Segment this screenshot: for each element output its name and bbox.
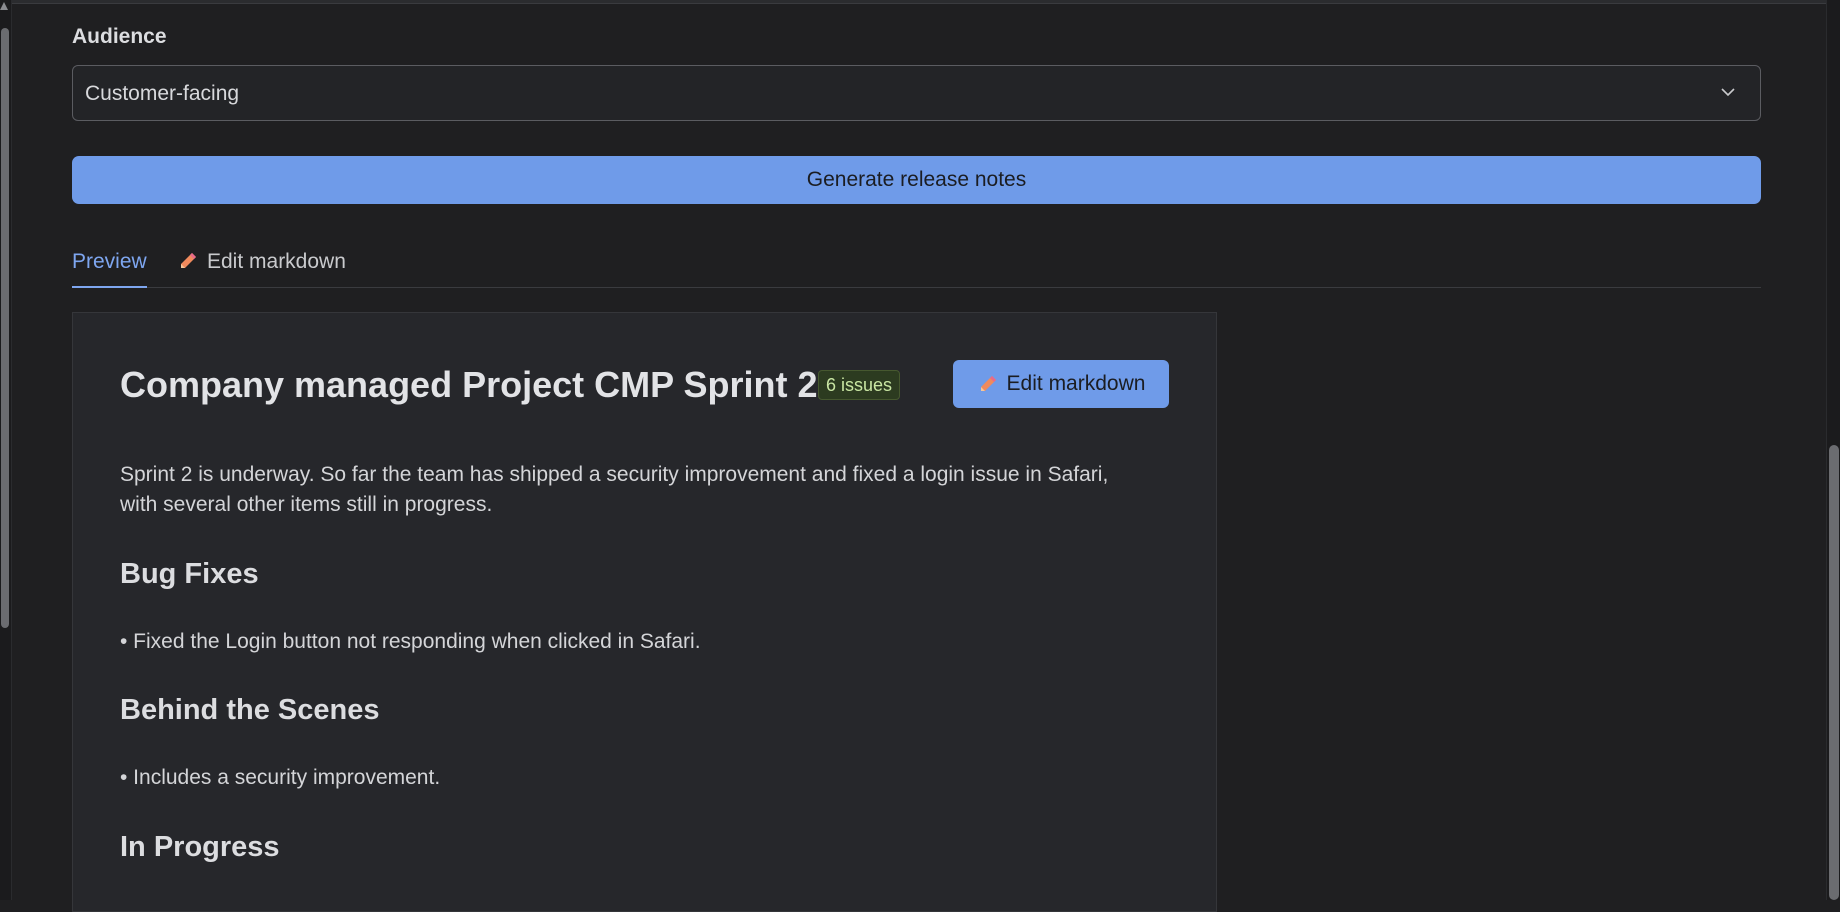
release-notes-preview: Company managed Project CMP Sprint 2 6 i… [72,312,1217,912]
scroll-up-arrow-icon[interactable] [0,2,8,10]
pencil-icon [181,253,196,268]
view-tabs: Preview Edit markdown [72,244,1761,288]
generate-release-notes-button[interactable]: Generate release notes [72,156,1761,204]
left-scrollbar-thumb[interactable] [1,28,9,628]
list-item: • Includes a security improvement. [120,766,441,789]
left-scrollbar[interactable] [0,0,12,900]
tab-preview[interactable]: Preview [72,250,147,288]
section-heading-bug-fixes: Bug Fixes [120,558,259,590]
audience-selected-value: Customer-facing [85,82,240,105]
release-summary: Sprint 2 is underway. So far the team ha… [120,463,1109,516]
release-notes-title: Company managed Project CMP Sprint 2 [120,364,818,405]
list-item: • Fixed the Login button not responding … [120,630,701,653]
right-scrollbar[interactable] [1826,0,1840,900]
edit-markdown-label: Edit markdown [1006,372,1146,395]
pencil-icon [980,376,996,391]
tab-edit-markdown[interactable]: Edit markdown [177,250,346,288]
section-heading-in-progress: In Progress [120,831,280,863]
issue-count-badge: 6 issues [818,370,901,400]
chevron-down-icon [1721,88,1735,97]
section-heading-behind-the-scenes: Behind the Scenes [120,694,380,726]
tab-edit-label: Edit markdown [207,250,346,273]
right-scrollbar-thumb[interactable] [1829,445,1839,900]
edit-markdown-button[interactable]: Edit markdown [953,360,1169,408]
audience-select[interactable]: Customer-facing [72,65,1761,121]
window-top-border [0,0,1840,4]
audience-label: Audience [72,25,167,48]
